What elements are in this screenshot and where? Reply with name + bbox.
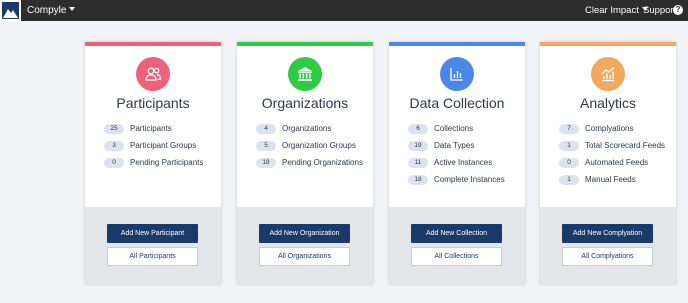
organizations-card: Organizations 4 Organizations 5 Organiza…: [237, 42, 373, 284]
count-badge: 4: [256, 124, 276, 134]
count-badge: 19: [408, 141, 428, 151]
stat-label: Complete Instances: [434, 175, 505, 184]
count-badge: 3: [104, 141, 124, 151]
all-collections-button[interactable]: All Collections: [411, 247, 502, 266]
analytics-card: Analytics 7 Complyations 1 Total Scoreca…: [540, 42, 676, 284]
stat-label: Participant Groups: [130, 141, 197, 150]
card-footer: [389, 207, 525, 284]
card-footer: [85, 207, 221, 284]
stat-label: Total Scorecard Feeds: [585, 141, 666, 150]
stat-label: Active Instances: [434, 158, 493, 167]
all-organizations-button[interactable]: All Organizations: [259, 247, 350, 266]
support-link[interactable]: Support: [643, 0, 676, 21]
count-badge: 18: [256, 158, 276, 168]
app-name: Compyle: [27, 5, 67, 16]
question-circle-icon[interactable]: ?: [673, 5, 683, 15]
count-badge: 1: [559, 175, 579, 185]
card-footer: [540, 207, 676, 284]
count-badge: 0: [559, 158, 579, 168]
stat-label: Pending Organizations: [282, 158, 363, 167]
add-new-complyation-button[interactable]: Add New Complyation: [562, 224, 653, 243]
stat-label: Pending Participants: [130, 158, 204, 167]
stat-label: Complyations: [585, 124, 634, 133]
stat-label: Organizations: [282, 124, 332, 133]
add-new-participant-button[interactable]: Add New Participant: [107, 224, 198, 243]
card-accent-bar: [389, 42, 525, 46]
top-navigation-bar: Compyle Clear Impact Support ?: [0, 0, 688, 21]
app-switcher-menu[interactable]: Compyle: [27, 0, 76, 21]
all-participants-button[interactable]: All Participants: [107, 247, 198, 266]
count-badge: 7: [559, 124, 579, 134]
card-accent-bar: [540, 42, 676, 46]
stat-label: Manual Feeds: [585, 175, 636, 184]
participants-card: Participants 25 Participants 3 Participa…: [85, 42, 221, 284]
all-complyations-button[interactable]: All Complyations: [562, 247, 653, 266]
bar-chart-icon: [440, 57, 474, 91]
chevron-down-icon: [69, 7, 76, 12]
card-accent-bar: [85, 42, 221, 46]
card-accent-bar: [237, 42, 373, 46]
count-badge: 25: [104, 124, 124, 134]
card-footer: [237, 207, 373, 284]
count-badge: 0: [104, 158, 124, 168]
add-new-collection-button[interactable]: Add New Collection: [411, 224, 502, 243]
organization-name: Clear Impact: [585, 5, 639, 16]
count-badge: 11: [408, 158, 428, 168]
stat-label: Participants: [130, 124, 172, 133]
count-badge: 5: [256, 141, 276, 151]
card-title: Analytics: [579, 95, 637, 111]
stat-label: Data Types: [434, 141, 475, 150]
count-badge: 18: [408, 175, 428, 185]
stat-label: Automated Feeds: [585, 158, 649, 167]
card-title: Participants: [116, 95, 190, 111]
bank-icon: [288, 57, 322, 91]
card-title: Organizations: [261, 95, 349, 111]
add-new-organization-button[interactable]: Add New Organization: [259, 224, 350, 243]
mountain-logo-icon[interactable]: [0, 0, 21, 21]
data-collection-card: Data Collection 6 Collections 19 Data Ty…: [389, 42, 525, 284]
card-title: Data Collection: [409, 95, 505, 111]
stat-label: Organization Groups: [282, 141, 356, 150]
analytics-chart-icon: [591, 57, 625, 91]
users-icon: [136, 57, 170, 91]
organization-menu[interactable]: Clear Impact: [585, 0, 648, 21]
stat-label: Collections: [434, 124, 474, 133]
count-badge: 1: [559, 141, 579, 151]
count-badge: 6: [408, 124, 428, 134]
